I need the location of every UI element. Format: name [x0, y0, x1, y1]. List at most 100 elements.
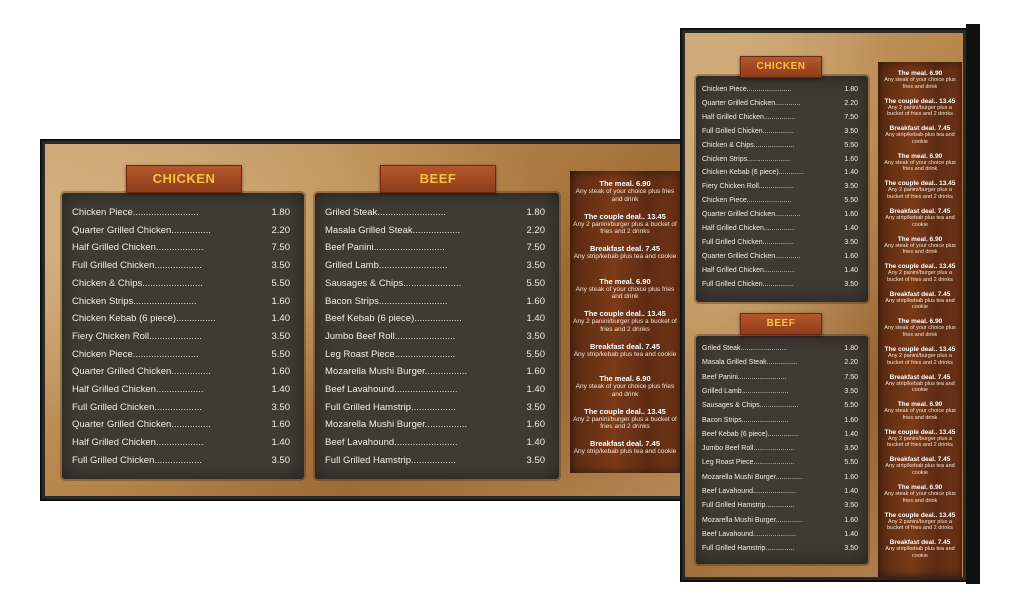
chicken-item-name: Full Grilled Chicken.................. — [72, 401, 202, 413]
deal-title: The couple deal.. 13.45 — [884, 97, 956, 105]
deal-item: The couple deal.. 13.45 Any 2 panini/burg… — [880, 180, 960, 200]
deal-title: The couple deal.. 13.45 — [884, 511, 956, 519]
beef-item-price: 1.40 — [526, 313, 546, 325]
chicken-item-price: 3.50 — [844, 183, 858, 191]
chicken-menu-item: Full Grilled Chicken.................. 3.… — [72, 455, 290, 473]
beef-menu-item: Grilled Lamb........................ 3.50 — [702, 388, 858, 402]
beef-item-name: Sausages & Chips...................... — [325, 277, 462, 289]
beef-menu-item: Leg Roast Piece....................... 5.… — [325, 349, 545, 367]
beef-item-price: 3.50 — [526, 401, 546, 413]
beef-item-price: 1.40 — [526, 437, 546, 449]
chicken-menu-item: Chicken Piece......................... 1.… — [72, 207, 290, 225]
beef-menu-item: Mozarella Mushi Burger................ 1.… — [325, 366, 545, 384]
beef-item-name: Leg Roast Piece....................... — [325, 348, 456, 360]
deal-title: Breakfast deal. 7.45 — [889, 208, 951, 215]
beef-menu-item: Full Grilled Hamstrip................. 3.… — [325, 402, 545, 420]
chicken-item-price: 1.60 — [271, 366, 291, 378]
deal-description: Any strip/kebab plus tea and cookie — [885, 132, 955, 145]
beef-item-price: 3.50 — [844, 502, 858, 510]
beef-badge: BEEF — [740, 313, 822, 335]
deal-description: Any strip/kebab plus tea and cookie — [885, 463, 955, 476]
deal-title: The meal. 6.90 — [599, 276, 651, 286]
beef-item-name: Full Grilled Hamstrip................. — [325, 454, 456, 466]
chicken-item-price: 1.60 — [844, 155, 858, 163]
deal-title: Breakfast deal. 7.45 — [889, 373, 951, 381]
deal-description: Any 2 panini/burger plus a bucket of fri… — [887, 353, 953, 366]
deal-title: Breakfast deal. 7.45 — [889, 539, 951, 547]
beef-item-name: Jumbo Beef Roll....................... — [325, 330, 456, 342]
beef-item-name: Leg Roast Piece..................... — [702, 459, 795, 467]
deal-description: Any 2 panini/burger plus a bucket of fri… — [887, 187, 953, 200]
beef-item-name: Bacon Strips.......................... — [325, 295, 448, 307]
chicken-item-name: Quarter Grilled Chicken............... — [72, 224, 211, 236]
chicken-badge: CHICKEN — [740, 56, 822, 78]
deal-item: The meal. 6.90 Any steak of your choice p… — [880, 153, 960, 173]
deal-item: The meal. 6.90 Any steak of your choice p… — [572, 374, 678, 398]
beef-menu-item: Mozarella Mushi Burger................ 1.… — [325, 419, 545, 437]
chicken-menu-item: Quarter Grilled Chicken............. 2.20 — [702, 100, 858, 114]
deal-item: Breakfast deal. 7.45 Any strip/kebab plus… — [572, 244, 678, 261]
deal-item: The couple deal.. 13.45 Any 2 panini/burg… — [572, 407, 678, 431]
beef-item-name: Mozarella Mushi Burger.............. — [702, 473, 803, 481]
deal-title: Breakfast deal. 7.45 — [589, 341, 661, 351]
beef-menu-item: Beef Lavahound........................ 1.… — [325, 384, 545, 402]
beef-item-price: 3.50 — [526, 260, 546, 272]
deal-title: The meal. 6.90 — [599, 179, 651, 188]
beef-item-name: Jumbo Beef Roll..................... — [702, 445, 795, 453]
chicken-menu-item: Chicken Piece....................... 1.80 — [702, 86, 858, 100]
beef-item-name: Masala Grilled Steak................ — [702, 359, 798, 367]
deal-item: Breakfast deal. 7.45 Any strip/kebab plus… — [880, 291, 960, 311]
beef-item-price: 3.50 — [844, 545, 858, 553]
chicken-menu-item: Chicken Piece....................... 5.50 — [702, 197, 858, 211]
deal-item: The couple deal.. 13.45 Any 2 panini/burg… — [572, 309, 678, 333]
beef-item-price: 7.50 — [844, 373, 858, 381]
chicken-item-price: 5.50 — [844, 197, 858, 205]
beef-item-price: 1.40 — [526, 384, 546, 395]
chicken-menu-item: Full Grilled Chicken................ 3.50 — [702, 239, 858, 253]
deal-description: Any 2 panini/burger plus a bucket of fri… — [887, 270, 953, 283]
beef-item-name: Beef Panini......................... — [702, 373, 787, 381]
beef-menu-item: Full Grilled Hamstrip................. 3.… — [325, 455, 545, 473]
beef-item-name: Griled Steak.......................... — [325, 207, 446, 218]
chicken-item-name: Quarter Grilled Chicken............... — [72, 366, 211, 378]
beef-item-price: 1.60 — [844, 516, 858, 524]
chicken-item-name: Full Grilled Chicken................ — [702, 238, 794, 246]
chicken-item-name: Chicken & Chips..................... — [702, 141, 795, 149]
beef-item-name: Beef Lavahound...................... — [702, 488, 796, 495]
beef-menu-item: Beef Lavahound........................ 1.… — [325, 437, 545, 455]
chicken-item-name: Half Grilled Chicken................ — [702, 225, 795, 232]
beef-menu-item: Jumbo Beef Roll..................... 3.50 — [702, 445, 858, 459]
deal-title: The meal. 6.90 — [897, 318, 943, 326]
deal-title: The couple deal.. 13.45 — [584, 309, 666, 318]
chicken-item-price: 1.40 — [844, 225, 858, 232]
deal-item: The couple deal.. 13.45 Any 2 panini/burg… — [880, 346, 960, 366]
chicken-item-name: Full Grilled Chicken.................. — [72, 454, 202, 466]
chicken-item-price: 1.40 — [271, 384, 291, 395]
chicken-menu-item: Chicken Strips...................... 1.60 — [702, 156, 858, 170]
chicken-item-name: Chicken Strips...................... — [702, 155, 790, 163]
deal-description: Any 2 panini/burger plus a bucket of fri… — [573, 415, 677, 431]
deal-item: The meal. 6.90 Any steak of your choice p… — [880, 484, 960, 504]
beef-item-price: 2.20 — [526, 224, 546, 236]
chicken-item-name: Chicken Kebab (6 piece)............... — [72, 313, 216, 325]
deal-title: Breakfast deal. 7.45 — [889, 456, 951, 464]
beef-item-price: 3.50 — [526, 454, 546, 466]
beef-item-price: 1.60 — [526, 295, 546, 307]
deal-description: Any steak of your choice plus fries and … — [884, 159, 956, 173]
beef-badge: BEEF — [380, 165, 496, 193]
deal-item: The meal. 6.90 Any steak of your choice p… — [572, 179, 678, 203]
chicken-item-name: Chicken Kebab (6 piece)............. — [702, 169, 804, 177]
deal-item: The couple deal.. 13.45 Any 2 panini/burg… — [880, 429, 960, 449]
deal-item: Breakfast deal. 7.45 Any strip/kebab plus… — [572, 439, 678, 456]
beef-item-price: 1.60 — [526, 366, 546, 378]
chicken-item-name: Fiery Chicken Roll.................. — [702, 183, 794, 191]
beef-item-name: Beef Lavahound...................... — [702, 530, 796, 538]
deal-item: The meal. 6.90 Any steak of your choice p… — [880, 236, 960, 256]
beef-item-name: Beef Lavahound........................ — [325, 384, 458, 395]
beef-menu-item: Sausages & Chips.................... 5.50 — [702, 402, 858, 416]
beef-menu-item: Sausages & Chips...................... 5.… — [325, 278, 545, 296]
beef-item-price: 1.80 — [844, 345, 858, 352]
beef-item-price: 1.60 — [526, 419, 546, 431]
deal-description: Any 2 panini/burger plus a bucket of fri… — [887, 518, 953, 532]
deal-item: The meal. 6.90 Any steak of your choice p… — [572, 277, 678, 301]
